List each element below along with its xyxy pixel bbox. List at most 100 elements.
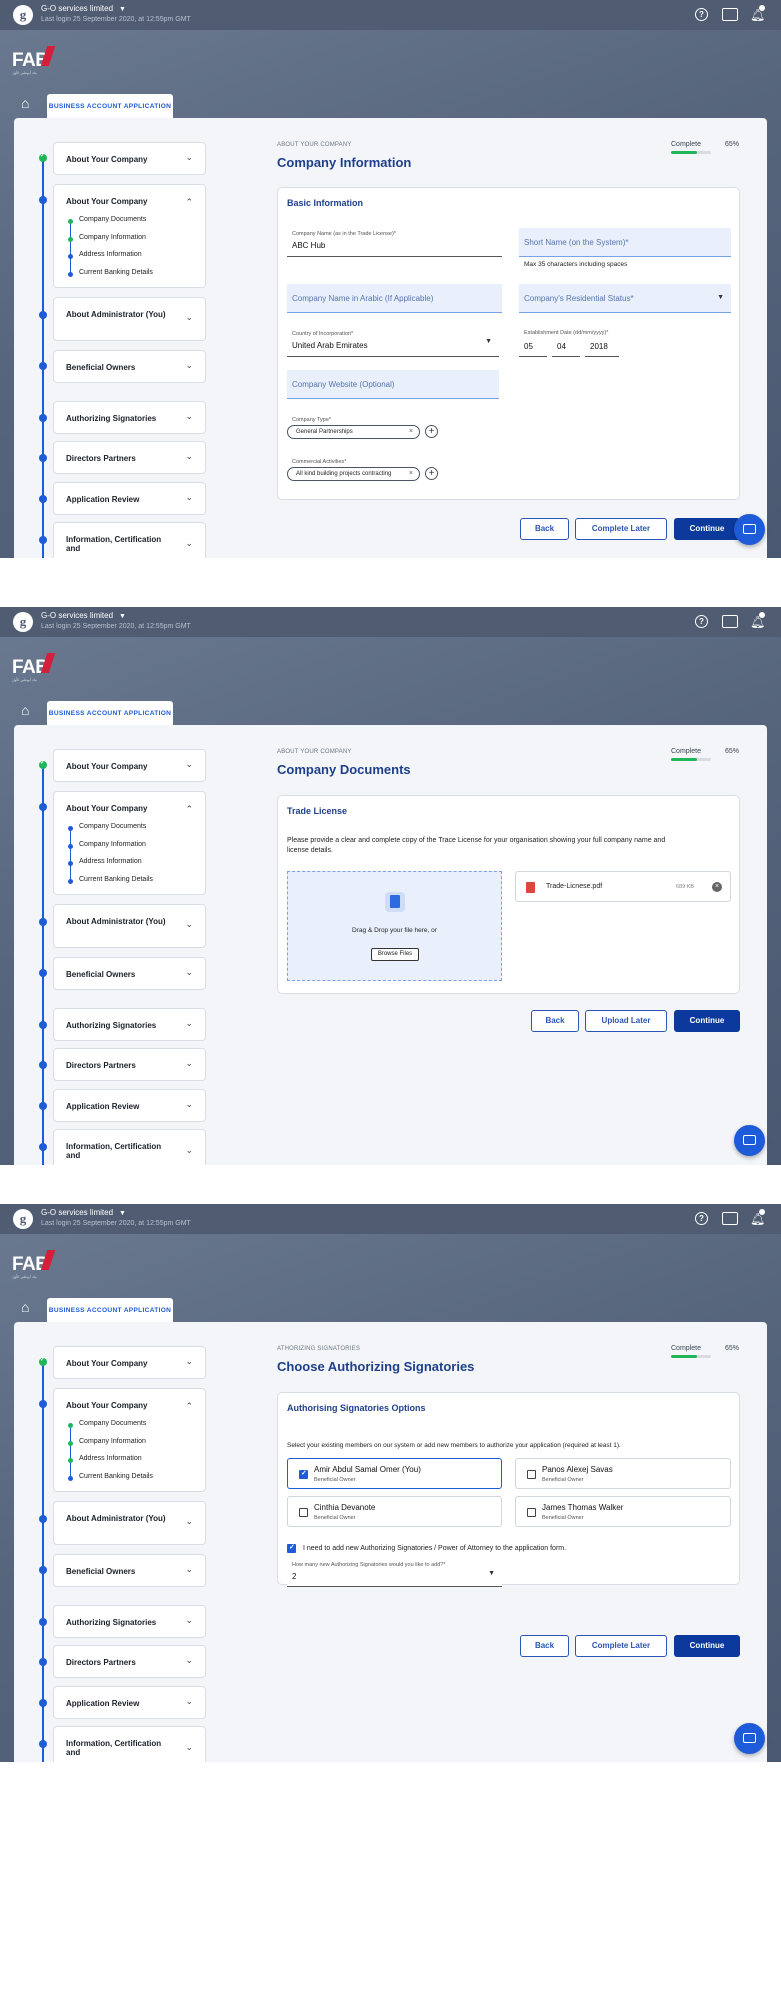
signatory-option[interactable]: Amir Abdul Samal Omer (You)Beneficial Ow… [287, 1458, 502, 1489]
date-year-field[interactable]: 2018 [585, 336, 619, 357]
complete-later-button[interactable]: Complete Later [575, 518, 667, 540]
chat-fab-button[interactable] [734, 1723, 765, 1754]
sidebar-step-authorizing-signatories[interactable]: Authorizing Signatories ⌄ [53, 1605, 206, 1638]
browse-files-button[interactable]: Browse Files [371, 948, 419, 961]
sidebar-step-information-certification[interactable]: Information, Certification and ⌄ [53, 522, 206, 558]
chat-icon[interactable] [722, 8, 738, 21]
sidebar-step-about-company-expanded[interactable]: About Your Company ⌃ Company Documents Co… [53, 791, 206, 895]
activities-chip[interactable]: All kind building projects contracting × [287, 467, 420, 481]
help-icon[interactable]: ? [695, 615, 708, 628]
sidebar-step-about-company-done[interactable]: About Your Company ⌄ [53, 749, 206, 782]
add-new-signatories-checkbox[interactable] [287, 1543, 296, 1553]
substep-company-documents[interactable]: Company Documents [79, 823, 146, 830]
dropdown-caret-icon: ▼ [717, 294, 724, 301]
account-avatar[interactable]: g [13, 5, 33, 25]
signatory-option[interactable]: Panos Alexej Savas Beneficial Owner [515, 1458, 731, 1489]
complete-later-button[interactable]: Complete Later [575, 1635, 667, 1657]
account-switcher[interactable]: G-O services limited ▼ [41, 1208, 126, 1217]
tab-business-account-application[interactable]: BUSINESS ACCOUNT APPLICATION [47, 701, 173, 726]
sidebar-step-about-administrator[interactable]: About Administrator (You) ⌄ [53, 1501, 206, 1545]
sidebar-step-about-administrator[interactable]: About Administrator (You) ⌄ [53, 297, 206, 341]
continue-button[interactable]: Continue [674, 518, 740, 540]
last-login: Last login 25 September 2020, at 12:55pm… [41, 1220, 191, 1227]
sidebar-step-application-review[interactable]: Application Review ⌄ [53, 482, 206, 515]
arabic-name-field[interactable]: Company Name in Arabic (If Applicable) [287, 284, 502, 313]
sidebar-step-authorizing-signatories[interactable]: Authorizing Signatories ⌄ [53, 401, 206, 434]
substep-company-information[interactable]: Company Information [79, 234, 146, 241]
substep-current-banking-details[interactable]: Current Banking Details [79, 269, 153, 276]
company-type-chip[interactable]: General Partnerships × [287, 425, 420, 439]
upload-later-button[interactable]: Upload Later [585, 1010, 667, 1032]
checkbox[interactable] [527, 1508, 536, 1517]
home-icon[interactable]: ⌂ [21, 95, 37, 111]
residential-status-select[interactable]: Company's Residential Status* ▼ [519, 284, 731, 313]
country-select[interactable]: Country of Incorporation* United Arab Emi… [287, 328, 499, 357]
sidebar-step-about-company-expanded[interactable]: About Your Company ⌃ Company Documents Co… [53, 1388, 206, 1492]
substep-address-information[interactable]: Address Information [79, 1455, 142, 1462]
sidebar-step-information-certification[interactable]: Information, Certification and ⌄ [53, 1726, 206, 1762]
sidebar-step-information-certification[interactable]: Information, Certification and ⌄ [53, 1129, 206, 1165]
chat-fab-button[interactable] [734, 1125, 765, 1156]
continue-button[interactable]: Continue [674, 1010, 740, 1032]
help-icon[interactable]: ? [695, 1212, 708, 1225]
account-avatar[interactable]: g [13, 1209, 33, 1229]
add-activity-button[interactable]: + [425, 467, 438, 480]
back-button[interactable]: Back [520, 518, 569, 540]
website-field[interactable]: Company Website (Optional) [287, 370, 499, 399]
account-switcher[interactable]: G-O services limited ▼ [41, 4, 126, 13]
substep-company-information[interactable]: Company Information [79, 841, 146, 848]
substep-company-documents[interactable]: Company Documents [79, 216, 146, 223]
tab-business-account-application[interactable]: BUSINESS ACCOUNT APPLICATION [47, 1298, 173, 1323]
date-day-field[interactable]: 05 [519, 336, 547, 357]
add-company-type-button[interactable]: + [425, 425, 438, 438]
chat-icon[interactable] [722, 1212, 738, 1225]
continue-button[interactable]: Continue [674, 1635, 740, 1657]
sidebar-step-directors-partners[interactable]: Directors Partners ⌄ [53, 441, 206, 474]
chat-fab-button[interactable] [734, 514, 765, 545]
home-icon[interactable]: ⌂ [21, 702, 37, 718]
step-dot [39, 196, 47, 204]
sidebar-step-beneficial-owners[interactable]: Beneficial Owners ⌄ [53, 350, 206, 383]
how-many-signatories-select[interactable]: How many new Authorizing Signatories wou… [287, 1561, 502, 1587]
company-name-field[interactable]: Company Name (as in the Trade License)* A… [287, 228, 502, 257]
substep-address-information[interactable]: Address Information [79, 251, 142, 258]
sidebar-step-authorizing-signatories[interactable]: Authorizing Signatories ⌄ [53, 1008, 206, 1041]
sidebar-step-about-administrator[interactable]: About Administrator (You) ⌄ [53, 904, 206, 948]
chat-icon[interactable] [722, 615, 738, 628]
back-button[interactable]: Back [520, 1635, 569, 1657]
substep-company-information[interactable]: Company Information [79, 1438, 146, 1445]
sidebar-step-application-review[interactable]: Application Review ⌄ [53, 1686, 206, 1719]
back-button[interactable]: Back [531, 1010, 579, 1032]
sidebar-step-directors-partners[interactable]: Directors Partners ⌄ [53, 1048, 206, 1081]
close-icon[interactable]: × [409, 468, 413, 480]
sidebar-step-about-company-expanded[interactable]: About Your Company ⌃ Company Documents Co… [53, 184, 206, 288]
account-switcher[interactable]: G-O services limited ▼ [41, 611, 126, 620]
checkbox-checked[interactable] [299, 1469, 308, 1479]
checkbox[interactable] [527, 1470, 536, 1479]
chevron-down-icon: ⌄ [185, 1563, 193, 1574]
sidebar-step-beneficial-owners[interactable]: Beneficial Owners ⌄ [53, 1554, 206, 1587]
substep-current-banking-details[interactable]: Current Banking Details [79, 876, 153, 883]
date-month-field[interactable]: 04 [552, 336, 580, 357]
sidebar-step-about-company-done[interactable]: About Your Company ⌄ [53, 142, 206, 175]
tab-business-account-application[interactable]: BUSINESS ACCOUNT APPLICATION [47, 94, 173, 119]
progress-fill [671, 151, 697, 154]
account-avatar[interactable]: g [13, 612, 33, 632]
signatory-option[interactable]: Cinthia Devanote Beneficial Owner [287, 1496, 502, 1527]
sidebar-step-application-review[interactable]: Application Review ⌄ [53, 1089, 206, 1122]
short-name-field[interactable]: Short Name (on the System)* [519, 228, 731, 257]
sidebar-step-about-company-done[interactable]: About Your Company ⌄ [53, 1346, 206, 1379]
signatory-option[interactable]: James Thomas Walker Beneficial Owner [515, 1496, 731, 1527]
close-icon[interactable]: × [409, 426, 413, 438]
substep-address-information[interactable]: Address Information [79, 858, 142, 865]
file-drop-zone[interactable]: Drag & Drop your file here, or Browse Fi… [287, 871, 502, 981]
chat-icon [743, 1135, 756, 1145]
sidebar-step-beneficial-owners[interactable]: Beneficial Owners ⌄ [53, 957, 206, 990]
substep-current-banking-details[interactable]: Current Banking Details [79, 1473, 153, 1480]
substep-company-documents[interactable]: Company Documents [79, 1420, 146, 1427]
home-icon[interactable]: ⌂ [21, 1299, 37, 1315]
help-icon[interactable]: ? [695, 8, 708, 21]
checkbox[interactable] [299, 1508, 308, 1517]
remove-file-icon[interactable]: × [712, 882, 722, 892]
sidebar-step-directors-partners[interactable]: Directors Partners ⌄ [53, 1645, 206, 1678]
